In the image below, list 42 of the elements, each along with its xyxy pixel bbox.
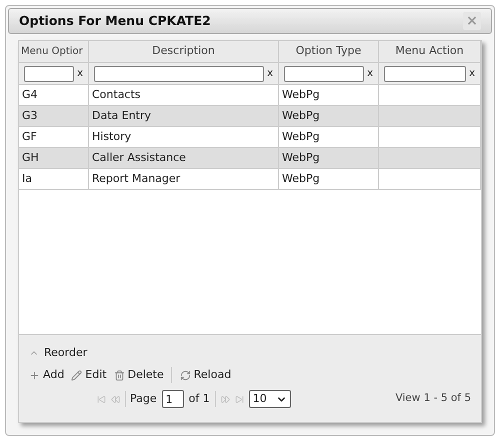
page-size-select[interactable]: 10 xyxy=(248,390,291,408)
column-header[interactable]: Option Type xyxy=(279,41,379,62)
table-cell-text: Report Manager xyxy=(92,170,180,187)
delete-button[interactable]: Delete xyxy=(114,366,164,384)
clear-filter-button[interactable]: x xyxy=(77,66,83,81)
add-button[interactable]: Add xyxy=(29,366,64,384)
clear-filter-button[interactable]: x xyxy=(469,66,475,81)
view-range: View 1 - 5 of 5 xyxy=(395,391,471,406)
column-header[interactable]: Menu Action xyxy=(379,41,481,62)
filter-field[interactable] xyxy=(284,66,364,82)
pencil-icon xyxy=(71,370,82,380)
clear-filter-button[interactable]: x xyxy=(367,66,373,81)
page-field[interactable]: 1 xyxy=(162,390,184,408)
table-cell-text: WebPg xyxy=(282,86,320,103)
table-cell-text: GH xyxy=(22,150,39,166)
table-cell-text: Caller Assistance xyxy=(92,150,186,166)
filter-field[interactable] xyxy=(24,66,74,82)
table-cell-text: History xyxy=(92,128,132,145)
page-label: Page xyxy=(125,390,157,408)
clear-filter-button[interactable]: x xyxy=(267,66,273,81)
table-cell-text: WebPg xyxy=(282,170,320,187)
filter-field[interactable] xyxy=(384,66,466,82)
refresh-icon xyxy=(180,370,191,380)
column-header[interactable]: Description xyxy=(89,41,279,62)
table-cell-text: WebPg xyxy=(282,150,320,166)
column-header[interactable]: Menu Optior xyxy=(19,41,89,62)
table-cell-text: WebPg xyxy=(282,108,320,124)
table-cell-text: GF xyxy=(22,128,37,145)
trash-icon xyxy=(114,370,125,380)
plus-icon xyxy=(29,370,40,380)
table-cell-text: Contacts xyxy=(92,86,141,103)
table-cell-text: Ia xyxy=(22,170,32,187)
table-cell-text: G3 xyxy=(22,108,38,124)
page-count: of 1 xyxy=(188,390,216,408)
dialog-title: Options For Menu CPKATE2 xyxy=(19,12,211,30)
filter-field[interactable] xyxy=(94,66,264,82)
reload-button[interactable]: Reload xyxy=(170,366,232,384)
table-cell-text: Data Entry xyxy=(92,108,152,124)
reorder-link[interactable]: Reorder xyxy=(44,344,88,362)
edit-button[interactable]: Edit xyxy=(71,366,107,384)
table-cell-text: G4 xyxy=(22,86,38,103)
table-cell-text: WebPg xyxy=(282,128,320,145)
